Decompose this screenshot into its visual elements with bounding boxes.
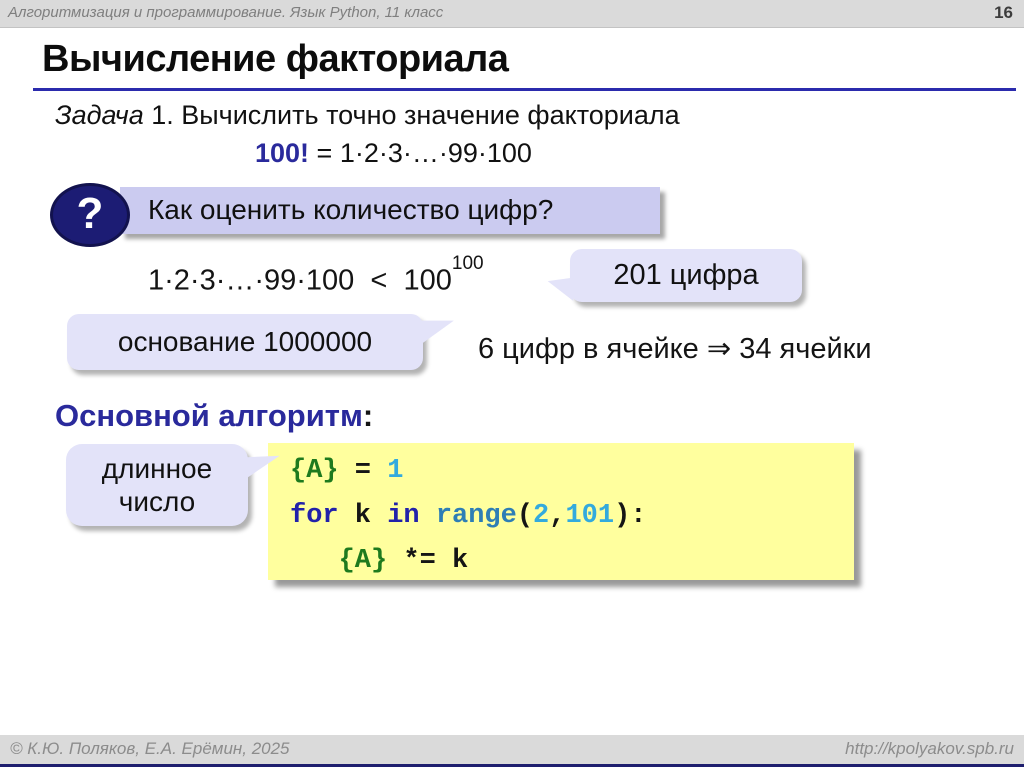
factorial-product: = 1·2·3·…·99·100 xyxy=(309,138,532,168)
estimate-left: 1·2·3·…·99·100 < 100 xyxy=(148,265,452,297)
question-mark-icon: ? xyxy=(50,183,130,247)
callout-tail xyxy=(545,273,576,301)
code-line: {A} *= k xyxy=(290,539,854,584)
task-label: Задача xyxy=(55,100,144,130)
code-block: {A} = 1for k in range(2,101): {A} *= k xyxy=(268,443,854,580)
task-text: 1. Вычислить точно значение факториала xyxy=(144,100,680,130)
title-underline xyxy=(33,88,1016,91)
base-callout-text: основание 1000000 xyxy=(118,326,372,357)
algorithm-heading-text: Основной алгоритм xyxy=(55,398,363,433)
copyright-text: © К.Ю. Поляков, Е.А. Ерёмин, 2025 xyxy=(10,739,290,759)
factorial-value: 100! xyxy=(255,138,309,168)
digits-callout: 201 цифра xyxy=(570,249,802,302)
estimate-exponent: 100 xyxy=(452,253,484,274)
callout-tail xyxy=(418,316,457,345)
base-callout: основание 1000000 xyxy=(67,314,423,370)
code-line: for k in range(2,101): xyxy=(290,494,854,539)
course-title: Алгоритмизация и программирование. Язык … xyxy=(8,4,443,21)
footer-bar: © К.Ю. Поляков, Е.А. Ерёмин, 2025 http:/… xyxy=(0,735,1024,764)
digits-callout-text: 201 цифра xyxy=(613,259,758,291)
code-line: {A} = 1 xyxy=(290,449,854,494)
task-statement: Задача 1. Вычислить точно значение факто… xyxy=(55,100,680,131)
long-number-line2: число xyxy=(66,485,248,518)
long-number-line1: длинное xyxy=(66,452,248,485)
slide-title: Вычисление факториала xyxy=(42,38,508,81)
algorithm-heading-colon: : xyxy=(363,398,373,433)
page-number: 16 xyxy=(994,3,1013,23)
question-text: Как оценить количество цифр? xyxy=(148,194,553,226)
site-link[interactable]: http://kpolyakov.spb.ru xyxy=(845,739,1014,759)
long-number-callout: длинное число xyxy=(66,444,248,526)
estimate-expression: 1·2·3·…·99·100 < 100100 xyxy=(148,263,484,298)
algorithm-heading: Основной алгоритм: xyxy=(55,398,373,434)
cells-text: 6 цифр в ячейке ⇒ 34 ячейки xyxy=(478,331,872,366)
question-banner: Как оценить количество цифр? xyxy=(120,187,660,234)
header-bar: Алгоритмизация и программирование. Язык … xyxy=(0,0,1024,28)
task-formula: 100! = 1·2·3·…·99·100 xyxy=(255,138,532,169)
